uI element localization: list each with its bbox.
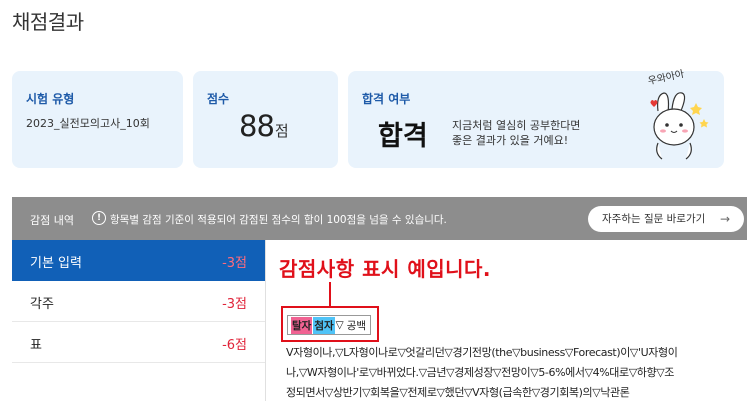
sidebar-item-label: 표: [30, 338, 42, 353]
annotation-text: 감점사항 표시 예입니다.: [279, 257, 492, 281]
deduction-category-list: 기본 입력 -3점 각주 -3점 표 -6점: [12, 240, 265, 363]
sidebar-item-deduction: -6점: [222, 338, 247, 353]
blank-symbol: ▽: [335, 319, 344, 331]
exam-type-card: 시험 유형 2023_실전모의고사_10회: [12, 71, 183, 168]
pass-result: 합격: [378, 121, 428, 152]
graded-answer-text: V자형이나,▽L자형이나로▽엇갈리던▽경기전망(the▽business▽For…: [286, 343, 738, 401]
blank-label: 공백: [346, 319, 367, 332]
pass-message: 지금처럼 열심히 공부한다면 좋은 결과가 있을 거예요!: [452, 118, 580, 148]
page-title: 채점결과: [12, 10, 84, 34]
deduction-notice: 항목별 감점 기준이 적용되어 감점된 점수의 합이 100점을 넘을 수 있습…: [110, 214, 447, 226]
pass-card: 합격 여부 합격 지금처럼 열심히 공부한다면 좋은 결과가 있을 거예요! 우…: [348, 68, 724, 168]
pass-message-line1: 지금처럼 열심히 공부한다면: [452, 119, 581, 132]
score-label: 점수: [207, 92, 230, 106]
sidebar-item-deduction: -3점: [222, 256, 247, 271]
exam-type-value: 2023_실전모의고사_10회: [26, 117, 150, 130]
sidebar-item-label: 기본 입력: [30, 256, 82, 271]
faq-shortcut-button[interactable]: 자주하는 질문 바로가기 →: [588, 206, 744, 232]
exam-type-label: 시험 유형: [26, 92, 75, 106]
rabbit-mascot-icon: 우와아아: [647, 68, 709, 160]
score-unit: 점: [274, 122, 289, 140]
answer-line: 나,▽W자형이나'로▽바뀌었다.▽금년▽경제성장▽전망이▽5-6%에서▽4%대로…: [286, 366, 675, 379]
deleted-mark-label: 탈자: [291, 316, 313, 334]
faq-button-label: 자주하는 질문 바로가기: [602, 213, 706, 225]
sidebar-item-footnote[interactable]: 각주 -3점: [12, 281, 265, 322]
deduction-title: 감점 내역: [30, 214, 74, 227]
mascot-text: 우와아아: [647, 68, 686, 87]
score-card: 점수 88 점: [193, 71, 338, 168]
sidebar-item-basic-input[interactable]: 기본 입력 -3점: [12, 240, 265, 281]
mark-legend: 탈자 첨자 ▽ 공백: [287, 315, 372, 335]
info-icon: !: [92, 211, 106, 225]
arrow-right-icon: →: [719, 212, 730, 226]
content-divider: [265, 240, 266, 401]
score-value: 88: [239, 109, 275, 143]
legend-highlight-box: 탈자 첨자 ▽ 공백: [281, 306, 379, 342]
pass-label: 합격 여부: [362, 92, 411, 106]
deduction-header-bar: 감점 내역 ! 항목별 감점 기준이 적용되어 감점된 점수의 합이 100점을…: [12, 197, 747, 240]
pass-message-line2: 좋은 결과가 있을 거예요!: [452, 134, 569, 147]
sidebar-item-label: 각주: [30, 297, 54, 312]
score-display: 88 점: [239, 109, 289, 143]
answer-line: 정되면서▽상반기▽회복을▽전제로▽했던▽V자형(급속한▽경기회복)의▽낙관론: [286, 386, 630, 399]
sidebar-item-deduction: -3점: [222, 297, 247, 312]
added-mark-label: 첨자: [313, 316, 335, 334]
answer-line: V자형이나,▽L자형이나로▽엇갈리던▽경기전망(the▽business▽For…: [286, 346, 678, 359]
sidebar-item-table[interactable]: 표 -6점: [12, 322, 265, 363]
annotation-pointer: [329, 282, 331, 306]
